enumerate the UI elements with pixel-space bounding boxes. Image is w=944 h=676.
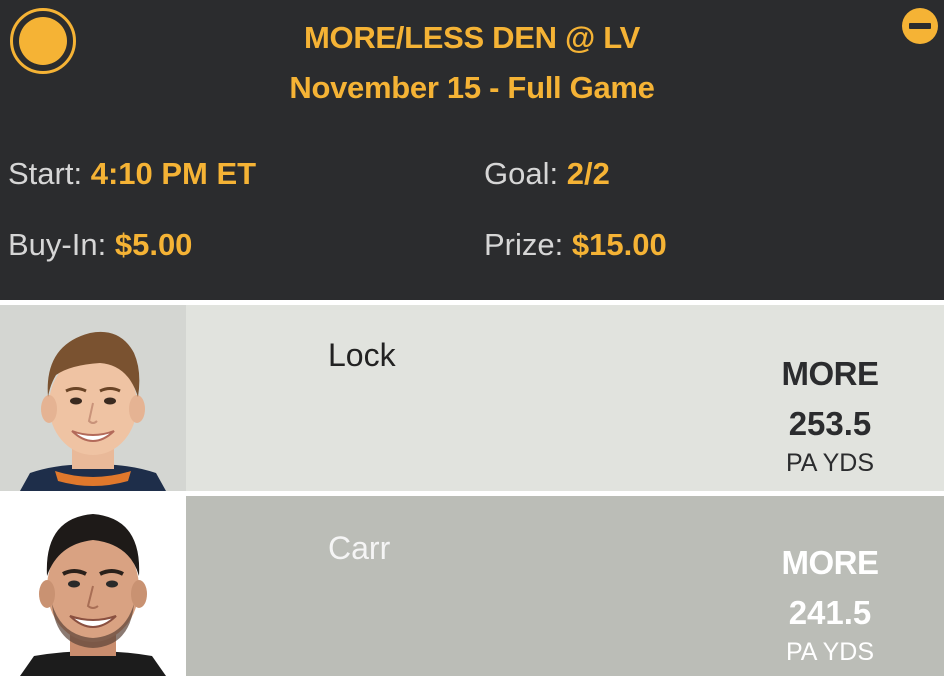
start-label: Start:: [8, 156, 83, 191]
prize-label: Prize:: [484, 227, 564, 262]
buyin-info: Buy-In: $5.00: [8, 227, 192, 263]
player-row[interactable]: Carr MORE 241.5 PA YDS: [0, 496, 944, 676]
goal-value: 2/2: [566, 156, 610, 191]
contest-subtitle: November 15 - Full Game: [289, 70, 655, 105]
pick-direction[interactable]: MORE: [730, 355, 930, 393]
buyin-label: Buy-In:: [8, 227, 107, 262]
goal-info: Goal: 2/2: [484, 156, 610, 192]
contest-title: MORE/LESS DEN @ LV: [303, 20, 640, 55]
prize-info: Prize: $15.00: [484, 227, 667, 263]
contest-header: MORE/LESS DEN @ LV November 15 - Full Ga…: [0, 0, 944, 300]
pick-stat: PA YDS: [785, 449, 874, 477]
player-row[interactable]: Lock MORE 253.5 PA YDS: [0, 305, 944, 491]
player-photo-carr: [0, 496, 186, 676]
pick-line: 253.5: [788, 405, 872, 442]
start-value: 4:10 PM ET: [90, 156, 257, 191]
player-photo-lock: [0, 305, 186, 491]
goal-label: Goal:: [484, 156, 559, 191]
buyin-value: $5.00: [114, 227, 193, 262]
pick-stat: PA YDS: [785, 638, 874, 666]
player-name: Lock: [328, 337, 396, 373]
pick-direction[interactable]: MORE: [730, 544, 930, 582]
start-info: Start: 4:10 PM ET: [8, 156, 256, 192]
pick-block[interactable]: MORE 241.5 PA YDS: [730, 544, 930, 667]
pick-line: 241.5: [788, 594, 872, 631]
prize-value: $15.00: [571, 227, 667, 262]
pick-block[interactable]: MORE 253.5 PA YDS: [730, 355, 930, 478]
player-name: Carr: [328, 530, 391, 566]
